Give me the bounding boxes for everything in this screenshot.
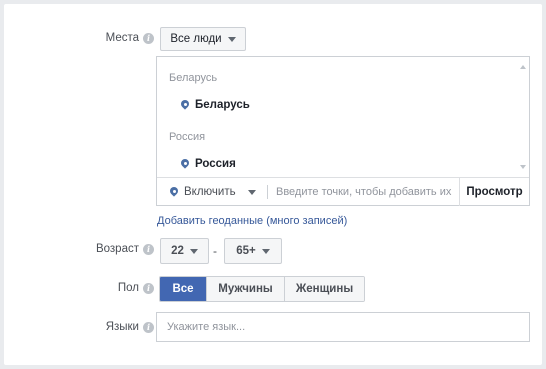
chevron-down-icon — [247, 189, 256, 195]
info-icon[interactable]: i — [143, 282, 154, 294]
include-label: Включить — [184, 186, 236, 198]
age-min-select[interactable]: 22 — [160, 238, 209, 264]
locations-footer: Включить Просмотр — [157, 177, 529, 206]
gender-option-men[interactable]: Мужчины — [206, 277, 284, 301]
audience-select[interactable]: Все люди — [160, 27, 246, 51]
chevron-down-icon — [261, 248, 270, 254]
location-item-label: Беларусь — [195, 99, 250, 111]
gender-label: Пол — [117, 282, 139, 294]
location-pin-icon — [170, 187, 178, 197]
scroll-down-arrow-icon[interactable] — [520, 165, 526, 169]
location-item[interactable]: Россия — [181, 158, 236, 170]
gender-option-women[interactable]: Женщины — [284, 277, 364, 301]
info-icon[interactable]: i — [143, 243, 154, 255]
scroll-up-arrow-icon[interactable] — [520, 65, 526, 69]
location-item-label: Россия — [195, 158, 236, 170]
locations-scrollbar[interactable] — [517, 57, 529, 177]
places-label: Места — [105, 32, 139, 44]
chevron-down-icon — [189, 248, 198, 254]
include-dropdown[interactable]: Включить — [157, 186, 267, 198]
divider — [267, 185, 268, 199]
chevron-down-icon — [227, 36, 236, 42]
gender-option-all[interactable]: Все — [160, 277, 206, 301]
languages-label: Языки — [105, 321, 139, 333]
age-label-row: Возраст i — [96, 243, 154, 255]
languages-label-row: Языки i — [106, 321, 154, 333]
browse-button[interactable]: Просмотр — [459, 178, 529, 206]
location-pin-icon — [181, 100, 189, 110]
info-icon[interactable]: i — [143, 321, 154, 333]
age-max-select[interactable]: 65+ — [224, 238, 282, 264]
age-max-value: 65+ — [236, 245, 256, 257]
age-label: Возраст — [95, 243, 139, 255]
locations-box: Беларусь Беларусь Россия Россия Включить… — [156, 56, 530, 206]
places-label-row: Места i — [106, 32, 154, 44]
audience-select-label: Все люди — [170, 33, 222, 45]
age-separator: - — [213, 244, 217, 258]
location-group-title: Беларусь — [169, 72, 218, 84]
location-item[interactable]: Беларусь — [181, 99, 250, 111]
location-group-title: Россия — [169, 131, 206, 143]
language-input[interactable] — [156, 312, 530, 342]
age-min-value: 22 — [171, 245, 184, 257]
location-search-input[interactable] — [276, 186, 456, 198]
location-pin-icon — [181, 159, 189, 169]
gender-segmented-control: Все Мужчины Женщины — [159, 276, 365, 302]
bulk-locations-link[interactable]: Добавить геоданные (много записей) — [157, 215, 347, 227]
gender-label-row: Пол i — [118, 282, 154, 294]
info-icon[interactable]: i — [143, 32, 154, 44]
